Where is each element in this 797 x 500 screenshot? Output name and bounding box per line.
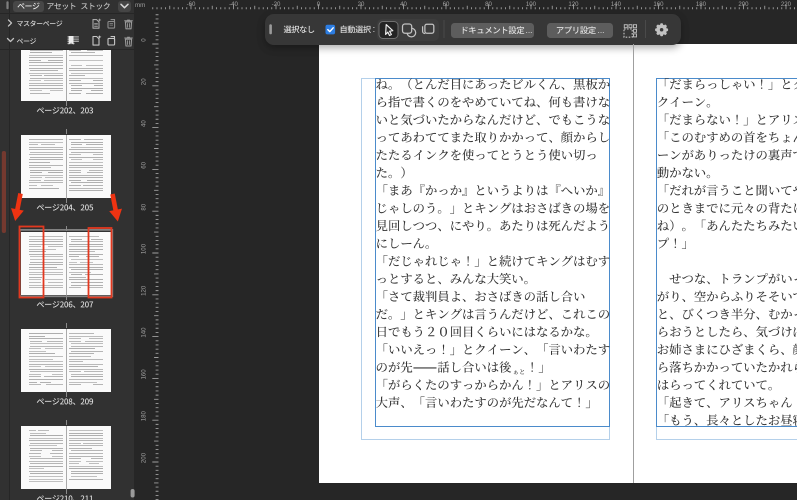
- svg-text:180: 180: [141, 411, 148, 422]
- svg-text:-20: -20: [272, 1, 281, 8]
- svg-text:180: 180: [696, 1, 707, 8]
- svg-text:-60: -60: [187, 1, 196, 8]
- svg-text:20: 20: [141, 78, 148, 85]
- svg-text:100: 100: [526, 1, 537, 8]
- svg-text:220: 220: [781, 1, 792, 8]
- svg-text:20: 20: [358, 1, 365, 8]
- svg-text:200: 200: [738, 1, 749, 8]
- svg-text:160: 160: [141, 369, 148, 380]
- svg-text:120: 120: [568, 1, 579, 8]
- svg-text:0: 0: [141, 38, 148, 42]
- svg-text:-40: -40: [229, 1, 238, 8]
- svg-text:40: 40: [400, 1, 407, 8]
- svg-text:200: 200: [141, 452, 148, 463]
- svg-text:...: ...: [526, 25, 533, 35]
- svg-text:60: 60: [443, 1, 450, 8]
- svg-text:100: 100: [141, 243, 148, 254]
- svg-text:160: 160: [653, 1, 664, 8]
- svg-text:80: 80: [141, 203, 148, 210]
- svg-text:80: 80: [485, 1, 492, 8]
- svg-text:140: 140: [141, 327, 148, 338]
- svg-text:0: 0: [317, 1, 321, 8]
- svg-text:120: 120: [141, 285, 148, 296]
- svg-text:...: ...: [598, 25, 605, 35]
- svg-text::: :: [373, 24, 376, 34]
- svg-text:140: 140: [611, 1, 622, 8]
- svg-text:60: 60: [141, 161, 148, 168]
- svg-text:mm: mm: [135, 2, 145, 9]
- svg-text:40: 40: [141, 120, 148, 127]
